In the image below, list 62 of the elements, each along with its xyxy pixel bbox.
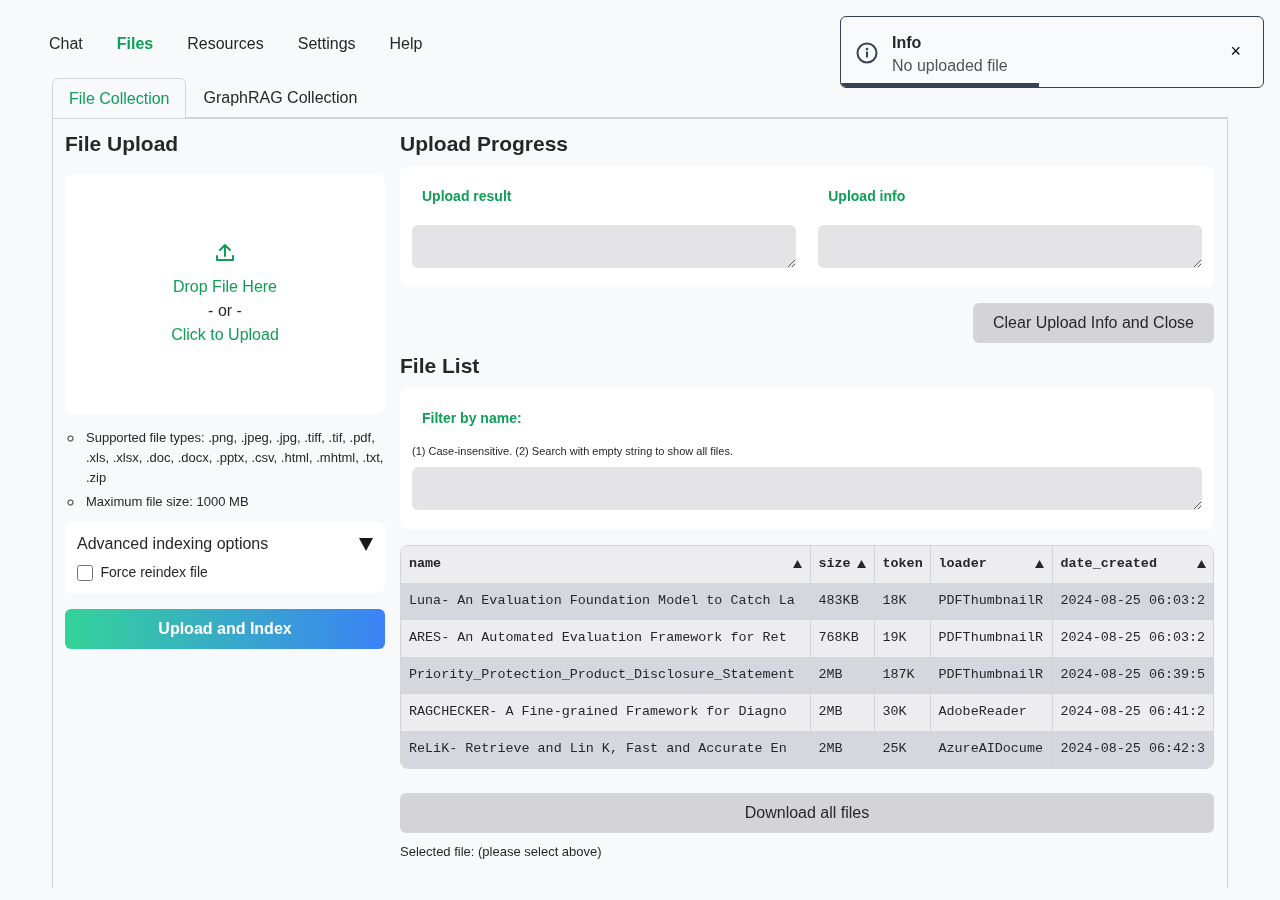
download-button[interactable]: Download all files	[400, 792, 1214, 833]
bullet-icon	[67, 435, 74, 443]
table-cell: 187K	[882, 667, 915, 683]
note-text: Maximum file size: 1000 MB	[86, 493, 249, 512]
or-text: - or -	[208, 301, 242, 322]
table-cell: 483KB	[818, 593, 859, 609]
bullet-icon	[67, 499, 74, 507]
table-cell: Luna- An Evaluation Foundation Model to Catch La	[409, 593, 795, 609]
checkbox-label: Force reindex file	[100, 563, 208, 583]
table-cell: ReLiK- Retrieve and Lin K, Fast and Accurate En	[409, 741, 787, 757]
selected-file-text: Selected file: (please select above)	[400, 843, 602, 859]
table-cell: 2024-08-25 06:41:2	[1060, 704, 1206, 720]
table-cell: 2MB	[818, 667, 843, 683]
table-cell: 2MB	[818, 704, 843, 720]
column-header[interactable]: name	[409, 554, 442, 575]
sort-icon[interactable]	[1034, 560, 1044, 569]
toast-message: No uploaded file	[892, 56, 1008, 76]
table-cell: 19K	[882, 630, 907, 646]
table-cell: PDFThumbnailR	[938, 593, 1043, 609]
info-icon	[856, 42, 878, 64]
toast-title: Info	[892, 33, 922, 53]
note-text: Supported file types: .png, .jpeg, .jpg, .tiff, .tif, .pdf, .xls, .xlsx, .doc, .docx, .pptx, .csv, .html, .mhtml, .txt, .zip	[86, 429, 385, 488]
nav-link[interactable]: Settings	[297, 32, 356, 56]
checkbox[interactable]	[77, 564, 93, 581]
field-label: Filter by name:	[422, 408, 523, 428]
sort-icon[interactable]	[856, 560, 866, 569]
click-upload-text: Click to Upload	[171, 325, 279, 346]
table-cell: 2024-08-25 06:39:5	[1060, 667, 1206, 683]
table-cell: 30K	[882, 704, 907, 720]
drop-zone[interactable]: Drop File Here - or - Click to Upload	[65, 174, 385, 415]
table-cell: ARES- An Automated Evaluation Framework for Ret	[409, 630, 787, 646]
table-cell: 18K	[882, 593, 907, 609]
field-label: Upload result	[422, 187, 513, 207]
table-cell: 2024-08-25 06:03:2	[1060, 630, 1206, 646]
section-title: File List	[400, 352, 481, 378]
nav-link[interactable]: Resources	[187, 32, 264, 56]
close-button[interactable]: ×	[1224, 41, 1247, 61]
sort-icon[interactable]	[792, 560, 802, 569]
clear-button[interactable]: Clear Upload Info and Close	[973, 302, 1214, 343]
section-title: Upload Progress	[400, 131, 570, 157]
nav-link[interactable]: Chat	[49, 32, 83, 56]
table-cell: Priority_Protection_Product_Disclosure_Statement	[409, 667, 795, 683]
section-title: File Upload	[65, 131, 180, 157]
table-cell: 2024-08-25 06:42:3	[1060, 741, 1206, 757]
table-cell: RAGCHECKER- A Fine-grained Framework for Diagno	[409, 704, 787, 720]
tab[interactable]: GraphRAG Collection	[186, 78, 375, 117]
table-cell: AdobeReader	[938, 704, 1027, 720]
table-cell: PDFThumbnailR	[938, 667, 1043, 683]
drop-text: Drop File Here	[173, 277, 277, 298]
field-label: Upload info	[828, 187, 907, 207]
filter-field[interactable]	[412, 467, 1202, 511]
table-cell: 25K	[882, 741, 907, 757]
table-cell: PDFThumbnailR	[938, 630, 1043, 646]
accordion-title[interactable]: Advanced indexing options	[77, 532, 269, 557]
table-cell: AzureAIDocume	[938, 741, 1043, 757]
table-cell: 2MB	[818, 741, 843, 757]
hint-text: (1) Case-insensitive. (2) Search with empty string to show all files.	[412, 443, 734, 459]
sort-icon[interactable]	[1196, 560, 1206, 569]
nav-link[interactable]: Help	[389, 32, 423, 56]
table-cell: 768KB	[818, 630, 859, 646]
table-cell: 2024-08-25 06:03:2	[1060, 593, 1206, 609]
caret-icon[interactable]	[359, 537, 373, 551]
